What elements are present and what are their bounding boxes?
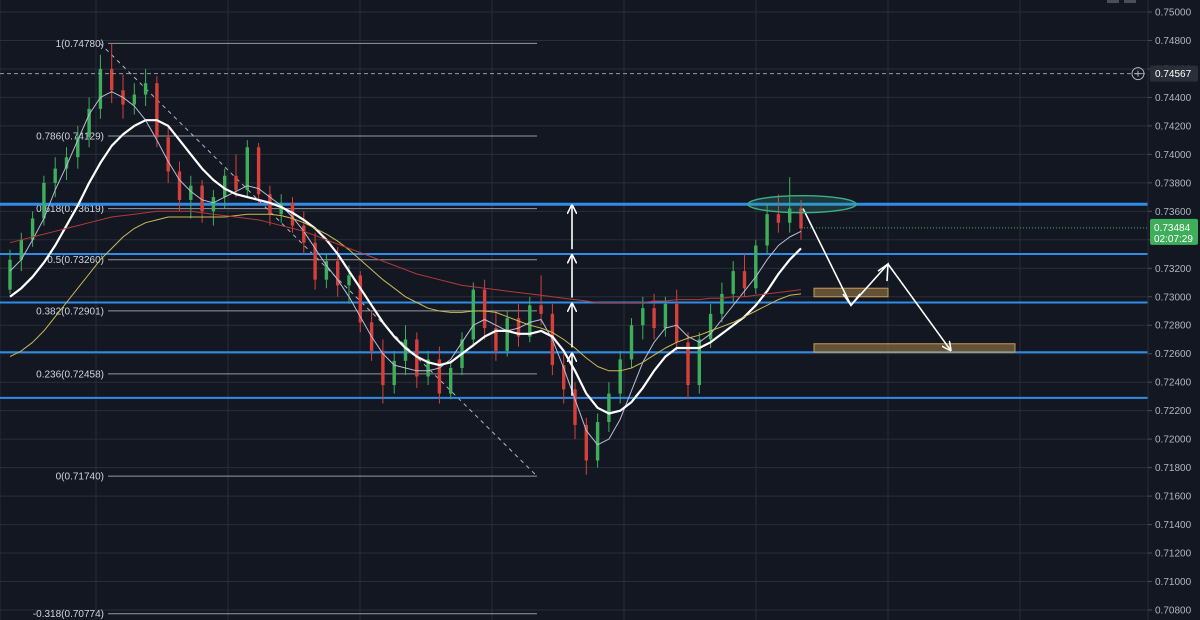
candle-body — [471, 289, 475, 340]
candle-body — [132, 94, 136, 105]
price-tick-label: 0.73800 — [1155, 178, 1192, 189]
candle-body — [652, 308, 656, 329]
price-tick-label: 0.70800 — [1155, 606, 1192, 617]
price-tick-label: 0.72400 — [1155, 378, 1192, 389]
price-tick-label: 0.72200 — [1155, 406, 1192, 417]
candle-body — [42, 182, 46, 219]
candle-body — [8, 259, 12, 290]
target-zone[interactable] — [813, 343, 1016, 353]
candle-body — [166, 137, 170, 172]
candle-body — [731, 271, 735, 294]
price-tick-label: 0.71400 — [1155, 520, 1192, 531]
candle-body — [381, 350, 385, 386]
candle-body — [776, 214, 781, 223]
candle-body — [708, 313, 713, 340]
candle-body — [663, 303, 668, 329]
candle-body — [110, 68, 114, 91]
candle-body — [482, 289, 487, 329]
fib-level-label: -0.318(0.70774) — [33, 609, 104, 620]
bar-countdown-label: 02:07:29 — [1154, 234, 1193, 245]
candle-body — [742, 271, 747, 289]
candle-body — [245, 147, 249, 190]
axis-toggle-icon[interactable] — [1124, 0, 1136, 3]
candle-body — [595, 422, 600, 461]
price-tick-label: 0.71800 — [1155, 463, 1192, 474]
chart-root: 1(0.74780) 0.786(0.74129) 0.618(0.73619) 0.… — [0, 0, 1200, 620]
price-tick-label: 0.75000 — [1155, 8, 1192, 19]
candle-body — [505, 318, 509, 351]
price-tick-label: 0.72600 — [1155, 349, 1192, 360]
fib-level-label: 0(0.71740) — [56, 472, 104, 483]
fib-level-label: 1(0.74780) — [56, 39, 104, 50]
candle-body — [53, 168, 57, 183]
candle-body — [155, 83, 159, 138]
candle — [245, 140, 249, 198]
fib-level-label: 0.236(0.72458) — [36, 369, 104, 380]
candle-body — [539, 305, 543, 314]
candle-body — [618, 359, 622, 394]
price-tick-label: 0.72000 — [1155, 435, 1192, 446]
candle-body — [347, 275, 351, 286]
candle-body — [98, 68, 103, 109]
candle — [754, 239, 758, 294]
candle-body — [177, 171, 182, 200]
price-tick-label: 0.74000 — [1155, 150, 1192, 161]
price-tick-label: 0.71000 — [1155, 577, 1192, 588]
candle — [155, 76, 159, 148]
price-chart[interactable]: 1(0.74780)0.786(0.74129)0.618(0.73619)0.… — [0, 0, 1200, 620]
candle — [471, 282, 475, 347]
target-zone[interactable] — [813, 287, 889, 298]
price-tick-label: 0.72800 — [1155, 321, 1192, 332]
fib-level-label: 0.5(0.73260) — [47, 255, 104, 266]
price-tick-label: 0.73600 — [1155, 207, 1192, 218]
price-tick-label: 0.73000 — [1155, 292, 1192, 303]
last-price-label: 0.73484 — [1154, 223, 1191, 234]
candle-body — [675, 303, 679, 343]
candle-body — [256, 147, 261, 195]
price-tick-label: 0.71600 — [1155, 492, 1192, 503]
candle-body — [765, 214, 769, 246]
candle-body — [607, 393, 611, 423]
fib-level-label: 0.786(0.74129) — [36, 132, 104, 143]
crosshair-price-label: 0.74567 — [1155, 69, 1192, 80]
axis-toggle-icon[interactable] — [1107, 0, 1119, 3]
candle-body — [143, 83, 148, 95]
candle-body — [302, 225, 306, 243]
fib-level-label: 0.382(0.72901) — [36, 306, 104, 317]
candle-body — [449, 367, 453, 394]
price-tick-label: 0.74400 — [1155, 93, 1192, 104]
candle-body — [234, 175, 238, 190]
candle-body — [629, 325, 634, 360]
candle-body — [720, 293, 724, 314]
candle-body — [528, 305, 532, 337]
price-tick-label: 0.74200 — [1155, 121, 1192, 132]
price-tick-label: 0.73200 — [1155, 264, 1192, 275]
candle-body — [641, 308, 645, 326]
price-tick-label: 0.74800 — [1155, 36, 1192, 47]
candle-body — [211, 197, 216, 212]
price-tick-label: 0.71200 — [1155, 549, 1192, 560]
highlight-ellipse[interactable] — [747, 195, 857, 214]
candle-body — [754, 245, 758, 289]
